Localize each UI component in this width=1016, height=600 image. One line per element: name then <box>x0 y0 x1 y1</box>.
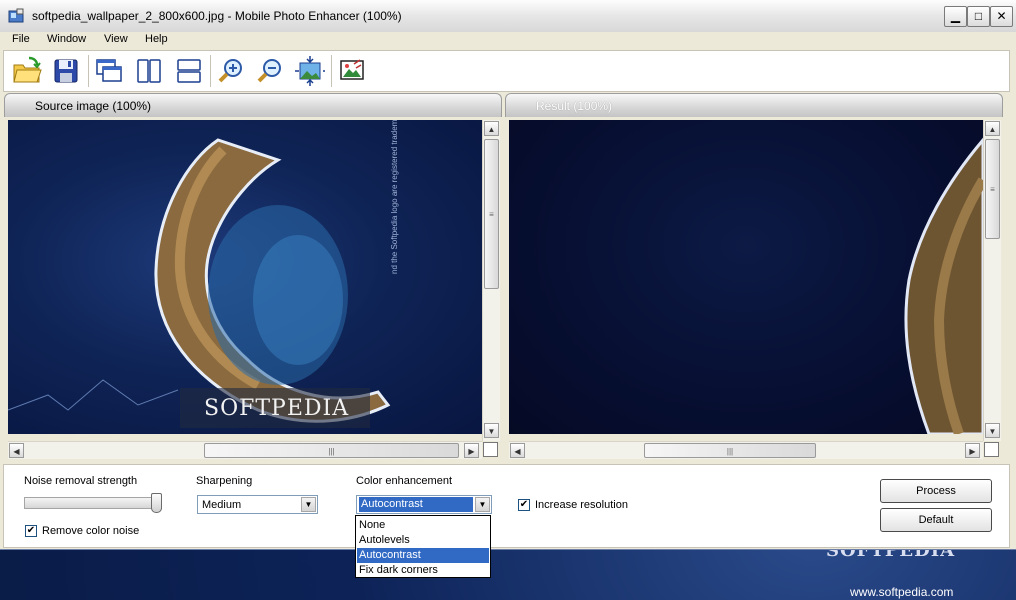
scroll-right-icon[interactable]: ▶ <box>464 443 479 458</box>
scroll-corner <box>483 442 498 457</box>
scroll-thumb[interactable]: ||| <box>644 443 816 458</box>
result-horizontal-scrollbar[interactable]: ◀ ||| ▶ <box>509 441 983 459</box>
scroll-left-icon[interactable]: ◀ <box>510 443 525 458</box>
source-panel-title: Source image (100%) <box>4 93 502 117</box>
minimize-button[interactable]: ▁ <box>944 6 967 27</box>
source-image: SOFTPEDIA nd the Softpedia logo are regi… <box>8 120 486 434</box>
toolbar <box>3 50 1010 92</box>
result-vertical-scrollbar[interactable]: ▲ ≡ ▼ <box>983 120 1001 441</box>
result-image <box>509 120 983 434</box>
scroll-left-icon[interactable]: ◀ <box>9 443 24 458</box>
app-window: softpedia_wallpaper_2_800x600.jpg - Mobi… <box>0 0 1016 550</box>
dropdown-option-autocontrast[interactable]: Autocontrast <box>357 548 489 563</box>
source-photo <box>8 138 391 428</box>
scroll-thumb[interactable]: ≡ <box>484 139 499 289</box>
maximize-button[interactable]: □ <box>967 6 990 27</box>
close-button[interactable]: ✕ <box>990 6 1013 27</box>
open-folder-icon[interactable] <box>11 55 43 87</box>
color-enhancement-value: Autocontrast <box>359 497 473 512</box>
scroll-down-icon[interactable]: ▼ <box>985 423 1000 438</box>
increase-resolution-label: Increase resolution <box>535 499 628 511</box>
split-horizontal-icon[interactable] <box>173 55 205 87</box>
scroll-up-icon[interactable]: ▲ <box>484 121 499 136</box>
menu-help[interactable]: Help <box>139 33 174 45</box>
cascade-windows-icon[interactable] <box>93 55 125 87</box>
source-panel: Source image (100%) SOFTPEDIA nd the Sof… <box>4 93 502 461</box>
scroll-up-icon[interactable]: ▲ <box>985 121 1000 136</box>
sharpening-value: Medium <box>202 499 242 511</box>
color-enhancement-dropdown-list: None Autolevels Autocontrast Fix dark co… <box>355 515 491 578</box>
result-panel: Result (100%) ▲ ≡ ▼ ◀ ||| ▶ <box>505 93 1003 461</box>
source-horizontal-scrollbar[interactable]: ◀ ||| ▶ <box>8 441 482 459</box>
color-enhancement-select[interactable]: Autocontrast ▼ <box>356 495 492 514</box>
zoom-out-icon[interactable] <box>254 55 286 87</box>
result-panel-title: Result (100%) <box>505 93 1003 117</box>
scroll-corner <box>984 442 999 457</box>
scroll-thumb[interactable]: ≡ <box>985 139 1000 239</box>
noise-removal-label: Noise removal strength <box>24 475 138 487</box>
desktop-url: www.softpedia.com <box>850 585 954 599</box>
compare-icon[interactable] <box>336 55 368 87</box>
scroll-right-icon[interactable]: ▶ <box>965 443 980 458</box>
sharpening-label: Sharpening <box>196 475 253 487</box>
scroll-down-icon[interactable]: ▼ <box>484 423 499 438</box>
result-photo <box>904 137 983 434</box>
fit-to-window-icon[interactable] <box>294 55 326 87</box>
zoom-in-icon[interactable] <box>215 55 247 87</box>
chevron-down-icon[interactable]: ▼ <box>475 497 490 512</box>
remove-color-noise-checkbox[interactable]: ✔ <box>25 525 37 537</box>
window-title: softpedia_wallpaper_2_800x600.jpg - Mobi… <box>32 9 402 23</box>
app-icon <box>8 8 24 23</box>
remove-color-noise-label: Remove color noise <box>42 525 140 537</box>
save-icon[interactable] <box>50 55 82 87</box>
source-image-logo: SOFTPEDIA <box>204 396 350 421</box>
dropdown-option-autolevels[interactable]: Autolevels <box>357 533 489 548</box>
source-vertical-scrollbar[interactable]: ▲ ≡ ▼ <box>482 120 500 441</box>
menu-window[interactable]: Window <box>41 33 92 45</box>
menu-view[interactable]: View <box>98 33 134 45</box>
controls-panel: Noise removal strength ✔ Remove color no… <box>3 464 1010 548</box>
toolbar-separator <box>88 55 89 87</box>
sharpening-select[interactable]: Medium ▼ <box>197 495 318 514</box>
noise-removal-slider-track[interactable] <box>24 497 162 509</box>
dropdown-option-fix-dark-corners[interactable]: Fix dark corners <box>357 563 489 578</box>
dropdown-option-none[interactable]: None <box>357 518 489 533</box>
increase-resolution-checkbox[interactable]: ✔ <box>518 499 530 511</box>
menu-bar: File Window View Help <box>0 32 1016 50</box>
color-enhancement-label: Color enhancement <box>356 475 453 487</box>
title-bar[interactable]: softpedia_wallpaper_2_800x600.jpg - Mobi… <box>0 0 1016 33</box>
toolbar-separator <box>210 55 211 87</box>
chevron-down-icon[interactable]: ▼ <box>301 497 316 512</box>
scroll-thumb[interactable]: ||| <box>204 443 459 458</box>
default-button[interactable]: Default <box>880 508 992 532</box>
menu-file[interactable]: File <box>6 33 36 45</box>
source-image-side-text: nd the Softpedia logo are registered tra… <box>390 120 399 274</box>
toolbar-separator <box>331 55 332 87</box>
split-vertical-icon[interactable] <box>133 55 165 87</box>
process-button[interactable]: Process <box>880 479 992 503</box>
noise-removal-slider-thumb[interactable] <box>151 493 162 513</box>
